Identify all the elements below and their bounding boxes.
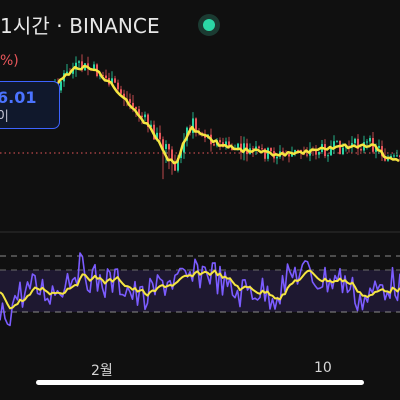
candle-body [129,99,131,103]
candle-body [219,140,221,143]
rsi-pane [0,252,400,327]
candle-body [288,154,290,157]
candle-body [276,156,278,159]
candle-body [393,155,395,157]
candle-body [159,132,161,140]
candlesticks [0,54,400,180]
candle-body [336,140,338,142]
candle-body [144,114,146,118]
price-pane [0,54,400,180]
candle-body [318,152,320,155]
candle-body [354,138,356,144]
candle-body [60,81,62,91]
green-dot-icon [198,14,220,36]
candle-body [306,154,308,156]
candle-body [78,61,80,63]
candle-body [213,144,215,146]
candle-body [66,71,68,74]
candle-body [366,141,368,143]
candle-body [120,89,122,94]
home-indicator[interactable] [36,380,364,385]
candle-body [93,64,95,69]
price-change-text: %) [0,53,19,69]
price-tag-value: 6.01 [0,88,37,107]
candle-body [195,118,197,131]
candle-body [270,148,272,152]
chart-title: 1시간 · BINANCE [0,14,160,38]
chart-header: 1시간 · BINANCE [0,0,400,48]
candle-body [168,144,170,150]
candle-body [378,146,380,148]
candle-body [339,140,341,155]
price-tag-subtext: 0| [0,108,9,122]
x-axis-label-10: 10 [314,360,332,376]
candle-body [396,155,398,157]
candle-body [261,148,263,150]
candle-body [327,155,329,157]
candle-body [369,138,371,142]
candle-body [360,148,362,151]
price-tag[interactable]: 6.01 0| [0,81,60,129]
candle-body [165,144,167,149]
candle-body [258,146,260,149]
candle-body [342,147,344,155]
candle-body [105,75,107,78]
x-axis-label-feb: 2월 [91,363,113,379]
candle-body [117,82,119,90]
chart-area[interactable] [0,0,400,400]
candle-body [114,78,116,83]
